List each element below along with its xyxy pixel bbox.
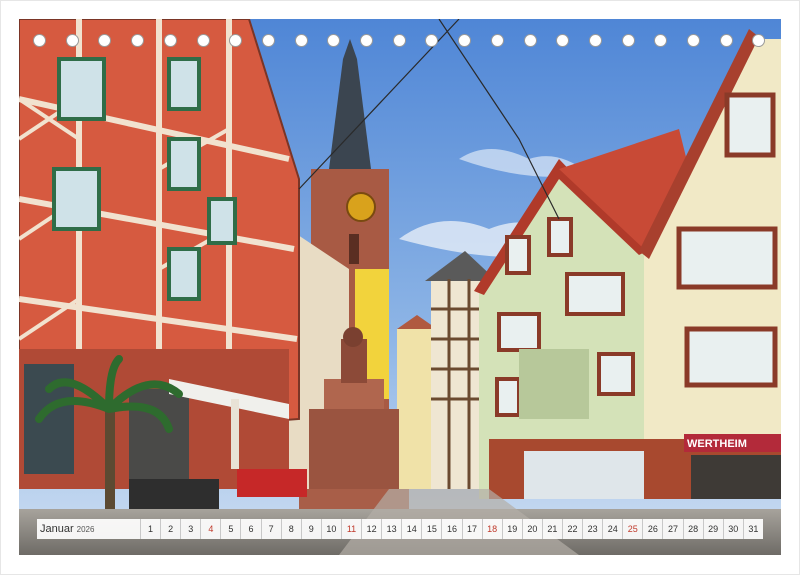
calendar-day: 18 — [481, 519, 502, 539]
town-photo: WERTHEIM — [19, 19, 781, 555]
calendar-day: 5 — [220, 519, 240, 539]
binding-hole — [294, 34, 308, 47]
calendar-day: 23 — [582, 519, 602, 539]
calendar-day: 20 — [521, 519, 542, 539]
calendar-day: 28 — [682, 519, 703, 539]
calendar-day: 31 — [742, 519, 763, 539]
binding-hole — [752, 34, 766, 47]
calendar-day: 6 — [240, 519, 260, 539]
binding-hole — [327, 34, 341, 47]
calendar-day: 2 — [160, 519, 180, 539]
binding-hole — [360, 34, 373, 47]
binding-hole — [229, 34, 243, 47]
calendar-day: 29 — [702, 519, 723, 539]
binding-hole — [196, 34, 210, 47]
calendar-day: 24 — [602, 519, 622, 539]
calendar-day: 1 — [140, 519, 160, 539]
calendar-day: 10 — [320, 519, 341, 539]
binding-hole — [556, 34, 570, 47]
calendar-day: 25 — [622, 519, 642, 539]
binding-hole — [131, 34, 145, 47]
calendar-page: WERTHEIM Januar 2026 1 2 3 4 5 6 7 8 9 10 11 12 13 14 1… — [0, 0, 800, 575]
year-label: 2026 — [76, 525, 95, 534]
calendar-strip: Januar 2026 1 2 3 4 5 6 7 8 9 10 11 12 13 14 15 16 17 18 19… — [37, 519, 763, 539]
day-row: 1 2 3 4 5 6 7 8 9 10 11 12 13 14 15 16 17 18 19 20 21 22 23 24 2… — [140, 519, 763, 539]
calendar-day: 12 — [361, 519, 381, 539]
binding-hole — [523, 34, 537, 47]
calendar-day: 17 — [461, 519, 482, 539]
calendar-day: 9 — [300, 519, 321, 539]
month-name: Januar — [40, 523, 74, 535]
binding-hole — [392, 34, 406, 47]
binding-hole — [621, 34, 635, 47]
calendar-day: 11 — [340, 519, 361, 539]
binding-hole — [261, 34, 275, 47]
binding-hole — [458, 34, 472, 47]
calendar-day: 21 — [541, 519, 562, 539]
binding-hole — [490, 34, 504, 47]
calendar-day: 19 — [501, 519, 522, 539]
binding-hole — [719, 34, 733, 47]
binding-hole — [687, 34, 700, 47]
binding-hole — [98, 34, 112, 47]
calendar-day: 13 — [381, 519, 401, 539]
binding-hole — [425, 34, 439, 47]
binding-hole — [588, 34, 602, 47]
calendar-day: 3 — [180, 519, 200, 539]
binding-holes — [0, 34, 800, 50]
calendar-day: 27 — [662, 519, 682, 539]
binding-hole — [654, 34, 668, 47]
month-label: Januar 2026 — [37, 523, 140, 535]
binding-hole — [65, 34, 79, 47]
calendar-day: 22 — [561, 519, 582, 539]
shop-sign-text: WERTHEIM — [687, 438, 747, 450]
calendar-day: 14 — [401, 519, 421, 539]
calendar-day: 7 — [260, 519, 281, 539]
calendar-day: 26 — [642, 519, 662, 539]
calendar-day: 8 — [280, 519, 301, 539]
binding-hole — [163, 34, 177, 47]
calendar-day: 30 — [722, 519, 743, 539]
calendar-day: 4 — [200, 519, 220, 539]
calendar-day: 16 — [441, 519, 461, 539]
tower-clock — [346, 192, 376, 222]
binding-hole — [33, 34, 46, 47]
calendar-day: 15 — [421, 519, 441, 539]
